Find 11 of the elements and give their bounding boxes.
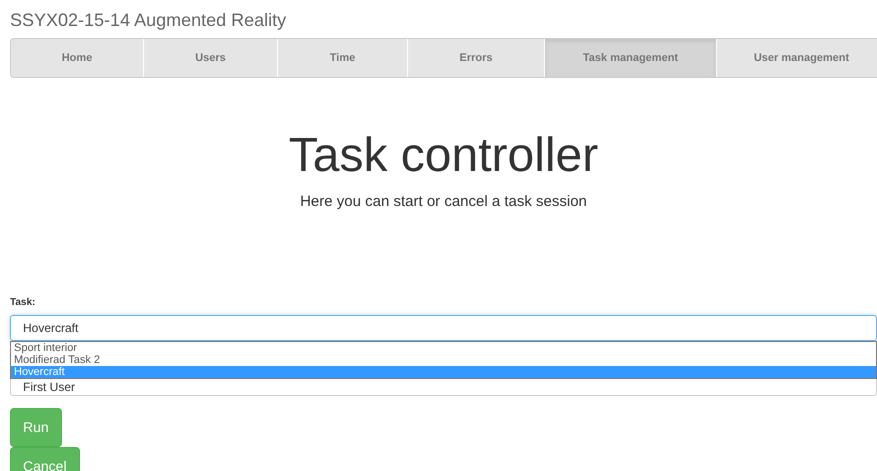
page-heading: Task controller [288, 130, 600, 183]
site-title: SSYX02-15-14 Augmented Reality [10, 9, 288, 32]
run-button[interactable]: Run [10, 408, 62, 448]
field-label: Task: [10, 296, 36, 310]
task-select[interactable]: Hovercraft [10, 315, 877, 342]
nav-tab[interactable]: Task management [545, 39, 717, 77]
dropdown-option[interactable]: Hovercraft [11, 366, 876, 378]
dropdown-option[interactable]: Sport interior [11, 342, 876, 354]
page-subtitle: Here you can start or cancel a task session [299, 192, 588, 212]
nav-tab[interactable]: Home [11, 39, 144, 77]
dropdown-option[interactable]: Modifierad Task 2 [11, 354, 876, 366]
